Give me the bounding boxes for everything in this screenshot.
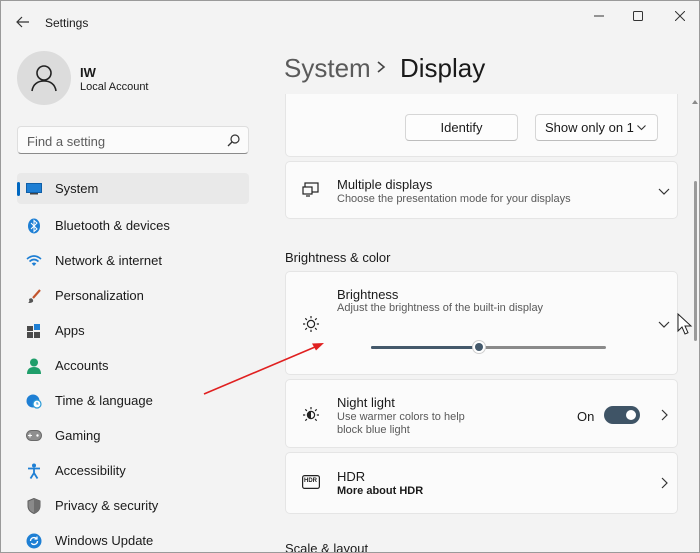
night-light-subtitle-2: block blue light — [337, 424, 410, 436]
sidebar-nav: System Bluetooth & devices Network & int… — [17, 173, 249, 552]
slider-fill — [371, 346, 480, 349]
hdr-link[interactable]: More about HDR — [337, 485, 423, 498]
system-icon — [26, 181, 42, 197]
user-icon — [31, 65, 57, 92]
maximize-icon — [633, 11, 643, 21]
sidebar-item-label: Time & language — [55, 393, 153, 408]
night-light-title: Night light — [337, 395, 395, 410]
close-button[interactable] — [657, 1, 699, 31]
breadcrumb-system[interactable]: System — [284, 53, 371, 84]
sidebar-item-label: System — [55, 181, 99, 196]
scroll-up-icon[interactable] — [692, 99, 698, 104]
breadcrumb-chevron-icon — [377, 61, 386, 73]
sidebar-item-personalization[interactable]: Personalization — [17, 278, 249, 313]
chevron-down-icon — [637, 125, 646, 131]
sidebar-item-label: Bluetooth & devices — [55, 218, 170, 233]
hdr-title: HDR — [337, 469, 366, 484]
bluetooth-icon — [26, 218, 42, 234]
sidebar-item-privacy[interactable]: Privacy & security — [17, 488, 249, 523]
brush-icon — [26, 288, 42, 304]
wifi-icon — [26, 253, 42, 269]
chevron-right-icon — [661, 477, 668, 489]
brightness-sun-icon — [303, 316, 319, 332]
brightness-row: Brightness Adjust the brightness of the … — [285, 271, 678, 375]
night-light-row[interactable]: Night light Use warmer colors to help bl… — [285, 379, 678, 448]
sidebar-item-label: Gaming — [55, 428, 101, 443]
globe-clock-icon — [26, 393, 42, 409]
maximize-button[interactable] — [615, 1, 661, 31]
brightness-title: Brightness — [337, 287, 399, 302]
display-arrangement-card: Identify Show only on 1 — [285, 94, 678, 157]
sidebar-item-label: Apps — [55, 323, 85, 338]
multiple-displays-subtitle: Choose the presentation mode for your di… — [337, 193, 571, 205]
sidebar-item-accessibility[interactable]: Accessibility — [17, 453, 249, 488]
hdr-icon-text: HDR — [304, 478, 317, 484]
slider-thumb[interactable] — [472, 340, 487, 354]
night-light-state: On — [577, 409, 595, 424]
update-icon — [26, 533, 42, 549]
identify-button[interactable]: Identify — [405, 114, 518, 141]
gamepad-icon — [26, 428, 42, 444]
multiple-displays-row[interactable]: Multiple displays Choose the presentatio… — [285, 161, 678, 219]
section-heading-brightness-color: Brightness & color — [285, 250, 391, 265]
sidebar-item-label: Windows Update — [55, 533, 154, 548]
sidebar-item-label: Personalization — [55, 288, 144, 303]
sidebar-item-label: Accounts — [55, 358, 109, 373]
sidebar-item-label: Privacy & security — [55, 498, 159, 513]
night-light-toggle[interactable] — [604, 406, 640, 424]
close-icon — [675, 11, 685, 21]
sidebar-item-label: Network & internet — [55, 253, 162, 268]
accessibility-icon — [26, 463, 42, 479]
show-only-value: Show only on 1 — [545, 120, 634, 135]
chevron-down-icon — [658, 188, 670, 195]
sidebar-item-network[interactable]: Network & internet — [17, 243, 249, 278]
sidebar-item-accounts[interactable]: Accounts — [17, 348, 249, 383]
search-placeholder: Find a setting — [27, 134, 106, 149]
search-input[interactable]: Find a setting — [17, 126, 249, 154]
app-title: Settings — [45, 16, 89, 30]
hdr-row[interactable]: HDR HDR More about HDR — [285, 452, 678, 514]
search-icon[interactable] — [227, 134, 240, 147]
scrollbar-thumb[interactable] — [694, 181, 697, 341]
chevron-right-icon[interactable] — [658, 409, 670, 421]
show-only-dropdown[interactable]: Show only on 1 — [535, 114, 658, 141]
back-arrow-icon — [16, 16, 29, 28]
multiple-displays-title: Multiple displays — [337, 177, 433, 192]
mouse-cursor-icon — [677, 313, 693, 335]
sidebar-item-bluetooth[interactable]: Bluetooth & devices — [17, 208, 249, 243]
shield-icon — [26, 497, 42, 514]
brightness-subtitle: Adjust the brightness of the built-in di… — [337, 302, 544, 314]
apps-icon — [26, 323, 42, 339]
section-heading-scale-layout: Scale & layout — [285, 541, 369, 553]
title-bar: Settings — [1, 1, 699, 41]
account-type: Local Account — [80, 81, 149, 93]
sidebar-item-label: Accessibility — [55, 463, 126, 478]
brightness-slider[interactable] — [371, 340, 606, 354]
avatar[interactable] — [17, 51, 71, 105]
sidebar-item-gaming[interactable]: Gaming — [17, 418, 249, 453]
minimize-icon — [594, 15, 604, 17]
sidebar-item-windows-update[interactable]: Windows Update — [17, 523, 249, 552]
back-button[interactable] — [11, 11, 35, 33]
multiple-displays-icon — [302, 182, 319, 197]
night-light-subtitle-1: Use warmer colors to help — [337, 411, 465, 423]
sidebar-item-time-language[interactable]: Time & language — [17, 383, 249, 418]
chevron-down-icon[interactable] — [658, 318, 670, 330]
page-title: Display — [400, 53, 486, 83]
sidebar-item-apps[interactable]: Apps — [17, 313, 249, 348]
account-name: IW — [80, 65, 96, 80]
settings-window: Settings IW Local Account Find a setting… — [0, 0, 700, 553]
night-light-icon — [303, 407, 319, 422]
sidebar-item-system[interactable]: System — [17, 173, 249, 204]
person-icon — [26, 358, 42, 374]
